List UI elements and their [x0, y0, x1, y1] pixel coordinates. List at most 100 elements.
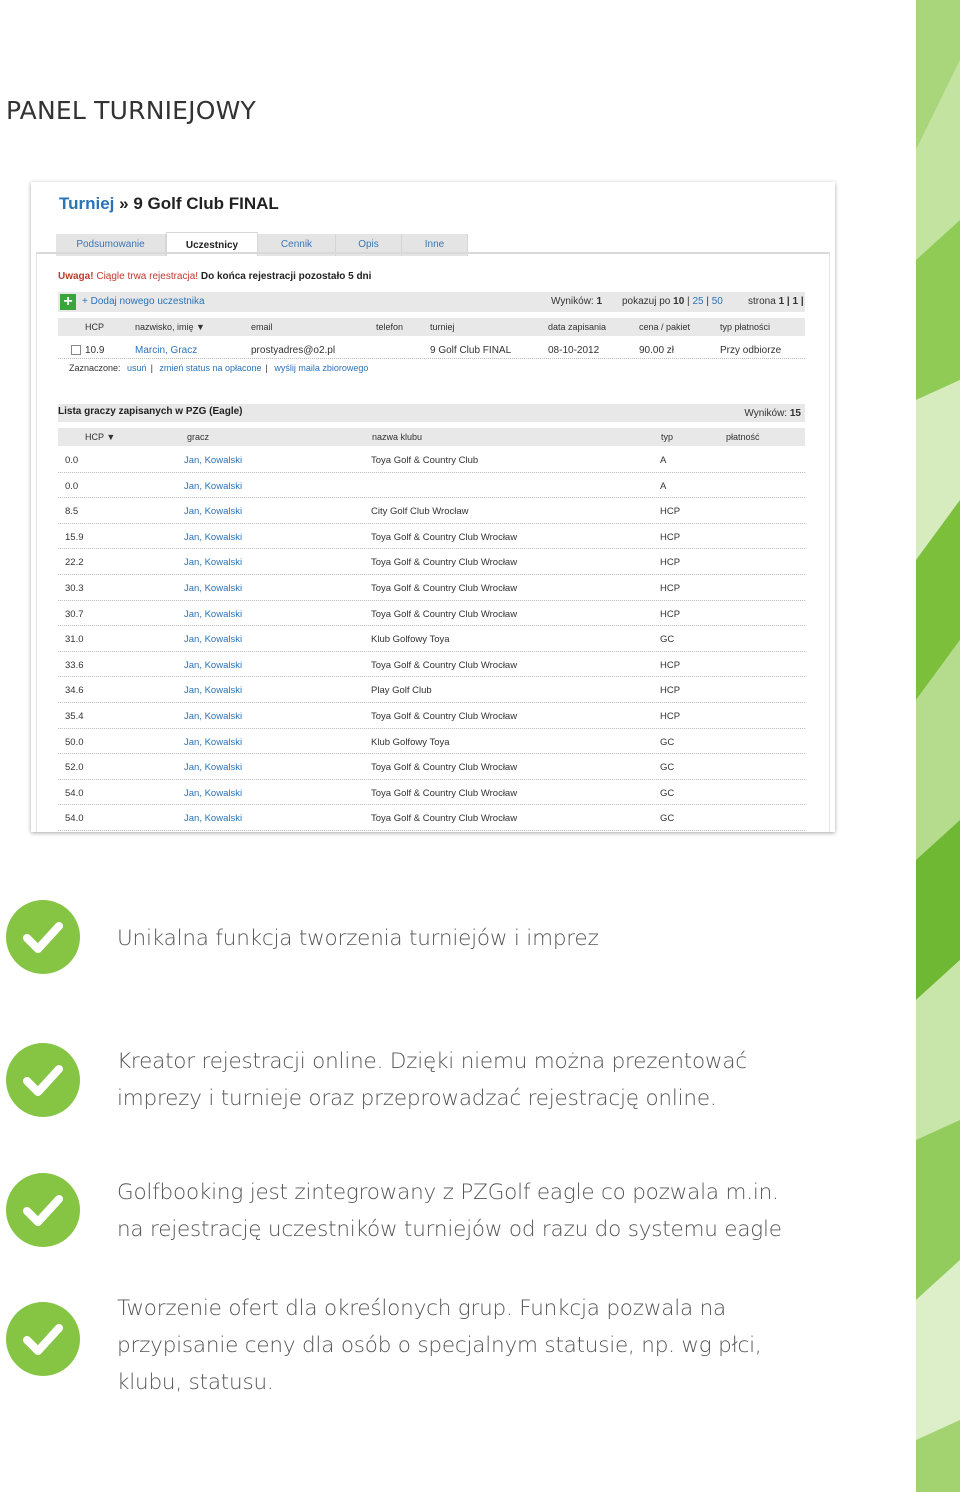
action-delete[interactable]: usuń	[127, 363, 147, 373]
page-size-25[interactable]: 25	[692, 296, 703, 307]
eagle-col-player[interactable]: gracz	[187, 432, 209, 442]
eagle-table-row: 50.0 Jan, Kowalski Klub Golfowy Toya GC	[58, 729, 805, 755]
eagle-row-type: GC	[660, 813, 675, 825]
participant-price: 90.00 zł	[639, 345, 675, 356]
eagle-row-hcp: 33.6	[65, 659, 84, 671]
col-name[interactable]: nazwisko, imię ▼	[135, 322, 205, 332]
checkmark-icon	[6, 1302, 80, 1376]
eagle-row-hcp: 54.0	[65, 787, 84, 799]
eagle-row-player[interactable]: Jan, Kowalski	[184, 557, 242, 568]
title-separator: »	[114, 194, 134, 213]
eagle-row-player[interactable]: Jan, Kowalski	[184, 685, 242, 696]
eagle-table-row: 0.0 Jan, Kowalski Toya Golf & Country Club…	[58, 447, 805, 473]
eagle-row-player[interactable]: Jan, Kowalski	[184, 506, 242, 517]
eagle-row-player[interactable]: Jan, Kowalski	[184, 532, 242, 543]
eagle-row-club: Toya Golf & Country Club Wrocław	[371, 787, 518, 799]
action-send-mail[interactable]: wyślij maila zbiorowego	[274, 363, 368, 373]
eagle-row-hcp: 50.0	[65, 736, 84, 748]
eagle-row-player[interactable]: Jan, Kowalski	[184, 711, 242, 722]
warning-label: Uwaga!	[58, 271, 94, 282]
eagle-col-payment[interactable]: płatność	[726, 432, 760, 442]
eagle-table-row: 52.0 Jan, Kowalski Toya Golf & Country Clu…	[58, 754, 805, 780]
page-size-10[interactable]: 10	[673, 296, 684, 307]
eagle-row-club: Toya Golf & Country Club Wrocław	[371, 582, 518, 594]
feature-text: Kreator rejestracji online. Dzięki niemu…	[117, 1049, 747, 1111]
feature-text: Unikalna funkcja tworzenia turniejów i i…	[117, 926, 599, 951]
eagle-col-club[interactable]: nazwa klubu	[372, 432, 422, 442]
participant-row: 10.9 Marcin, Gracz prostyadres@o2.pl 9 G…	[58, 341, 805, 359]
col-price[interactable]: cena / pakiet	[639, 322, 690, 332]
col-hcp[interactable]: HCP	[85, 322, 104, 332]
warning-days: Do końca rejestracji pozostało 5 dni	[200, 271, 372, 282]
eagle-table-row: 54.0 Jan, Kowalski Toya Golf & Country Clu…	[58, 780, 805, 806]
eagle-row-player[interactable]: Jan, Kowalski	[184, 609, 242, 620]
col-tournament[interactable]: turniej	[430, 322, 455, 332]
checkbox-icon[interactable]	[71, 345, 81, 355]
tournament-panel-screenshot: Turniej » 9 Golf Club FINAL Podsumowanie…	[31, 182, 835, 832]
checkmark-icon	[6, 900, 80, 974]
col-email[interactable]: email	[251, 322, 273, 332]
eagle-row-hcp: 30.3	[65, 582, 84, 594]
eagle-row-club: Klub Golfowy Toya	[371, 736, 450, 748]
eagle-table-row: 33.6 Jan, Kowalski Toya Golf & Country Clu…	[58, 652, 805, 678]
eagle-row-club: Klub Golfowy Toya	[371, 634, 450, 646]
col-date[interactable]: data zapisania	[548, 322, 606, 332]
tournament-link[interactable]: Turniej	[59, 194, 114, 213]
eagle-row-player[interactable]: Jan, Kowalski	[184, 455, 242, 466]
eagle-row-club: Toya Golf & Country Club	[371, 455, 479, 466]
eagle-row-hcp: 15.9	[65, 531, 84, 543]
eagle-row-player[interactable]: Jan, Kowalski	[184, 737, 242, 748]
eagle-row-type: HCP	[660, 582, 681, 594]
page-size-50[interactable]: 50	[712, 296, 723, 307]
participant-email: prostyadres@o2.pl	[251, 345, 336, 356]
eagle-row-player[interactable]: Jan, Kowalski	[184, 583, 242, 594]
plus-icon[interactable]: +	[60, 294, 76, 310]
eagle-row-club: Toya Golf & Country Club Wrocław	[371, 710, 518, 722]
checkmark-icon	[6, 1043, 80, 1117]
eagle-row-hcp: 52.0	[65, 762, 84, 774]
decorative-green-strip	[916, 0, 960, 1492]
eagle-row-type: GC	[660, 736, 675, 748]
eagle-row-hcp: 8.5	[65, 506, 79, 518]
page-size-selector: pokazuj po 10 | 25 | 50	[622, 296, 723, 307]
results-count: Wyników: 1	[551, 296, 603, 307]
participants-header: HCP nazwisko, imię ▼ email telefon turni…	[58, 318, 805, 336]
eagle-row-hcp: 0.0	[65, 455, 79, 466]
action-mark-paid[interactable]: zmień status na opłacone	[159, 363, 261, 373]
eagle-row-hcp: 31.0	[65, 634, 84, 646]
eagle-row-player[interactable]: Jan, Kowalski	[184, 813, 242, 824]
eagle-list-bar: Lista graczy zapisanych w PZG (Eagle) Wy…	[58, 404, 805, 422]
eagle-row-player[interactable]: Jan, Kowalski	[184, 634, 242, 645]
eagle-row-player[interactable]: Jan, Kowalski	[184, 481, 242, 492]
eagle-table-row: 30.3 Jan, Kowalski Toya Golf & Country Clu…	[58, 575, 805, 601]
eagle-col-type[interactable]: typ	[661, 432, 673, 442]
eagle-row-type: HCP	[660, 685, 681, 697]
eagle-row-player[interactable]: Jan, Kowalski	[184, 660, 242, 671]
pagination[interactable]: strona 1 | 1 |	[748, 296, 804, 307]
eagle-row-club: Toya Golf & Country Club Wrocław	[371, 659, 518, 671]
warning-text: Ciągle trwa rejestracja!	[96, 271, 199, 282]
participant-date: 08-10-2012	[548, 345, 600, 356]
panel-title: Turniej » 9 Golf Club FINAL	[59, 194, 279, 214]
col-payment[interactable]: typ płatności	[720, 322, 770, 332]
eagle-row-hcp: 30.7	[65, 608, 84, 620]
eagle-row-club: Toya Golf & Country Club Wrocław	[371, 557, 518, 569]
checkmark-icon	[6, 1173, 80, 1247]
add-participant-link[interactable]: + Dodaj nowego uczestnika	[82, 296, 205, 307]
eagle-row-player[interactable]: Jan, Kowalski	[184, 788, 242, 799]
participant-tournament: 9 Golf Club FINAL	[430, 345, 512, 356]
eagle-table-row: 8.5 Jan, Kowalski City Golf Club Wrocław HC…	[58, 498, 805, 524]
eagle-table-header: HCP ▼ gracz nazwa klubu typ płatność	[58, 428, 805, 446]
eagle-col-hcp[interactable]: HCP ▼	[85, 432, 115, 442]
col-phone[interactable]: telefon	[376, 322, 403, 332]
registration-warning: Uwaga! Ciągle trwa rejestracja! Do końca…	[58, 271, 371, 282]
eagle-row-type: HCP	[660, 608, 681, 620]
eagle-table-row: 35.4 Jan, Kowalski Toya Golf & Country Clu…	[58, 703, 805, 729]
participant-name[interactable]: Marcin, Gracz	[135, 345, 197, 356]
eagle-row-player[interactable]: Jan, Kowalski	[184, 762, 242, 773]
eagle-row-club: City Golf Club Wrocław	[371, 506, 469, 518]
feature-text: Tworzenie ofert dla określonych grup. Fu…	[117, 1296, 762, 1395]
eagle-table-row: 15.9 Jan, Kowalski Toya Golf & Country Clu…	[58, 524, 805, 550]
feature-text: Golfbooking jest zintegrowany z PZGolf e…	[117, 1180, 782, 1242]
selected-actions: Zaznaczone: usuń | zmień status na opłaco…	[69, 363, 369, 373]
